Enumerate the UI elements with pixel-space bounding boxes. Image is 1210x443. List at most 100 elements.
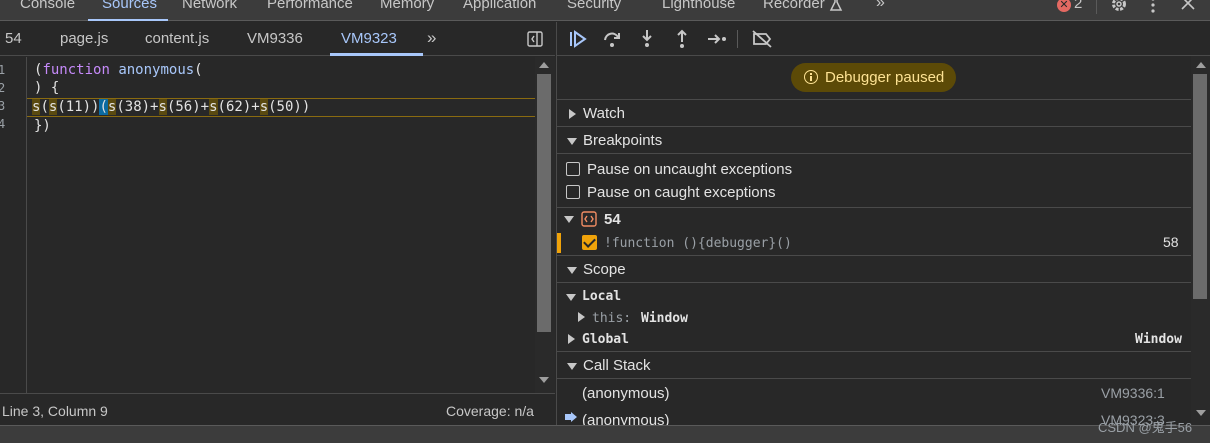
line-gutter[interactable]: 1 2 3 4 [0,57,27,393]
file-tab-page-js[interactable]: page.js [60,30,108,47]
editor-statusbar: Line 3, Column 9 Coverage: n/a [0,393,555,425]
scroll-up-icon[interactable] [1196,62,1206,68]
paused-text: Debugger paused [825,69,945,86]
tab-network[interactable]: Network [182,0,237,12]
pause-uncaught-checkbox[interactable] [566,162,580,176]
toggle-sidebar-icon[interactable] [527,31,543,47]
tab-sources[interactable]: Sources [102,0,157,12]
more-tabs-icon[interactable]: » [876,0,885,12]
more-options-icon[interactable] [1147,0,1159,14]
tab-recorder[interactable]: Recorder [763,0,825,12]
more-files-icon[interactable]: » [427,28,436,48]
debugger-sidebar: Debugger paused Watch Breakpoints Pause … [556,22,1210,425]
breakpoint-line-number: 58 [1163,234,1179,250]
close-icon[interactable] [1181,0,1195,10]
tab-application[interactable]: Application [463,0,536,12]
step-out-icon[interactable] [671,28,693,50]
line-number[interactable]: 3 [0,99,5,113]
frame-location: VM9336:1 [1101,385,1165,401]
watch-label: Watch [583,105,625,122]
deactivate-breakpoints-icon[interactable] [751,28,773,50]
breakpoint-file-name[interactable]: 54 [604,211,621,228]
gear-icon[interactable] [1110,0,1128,13]
callstack-frame[interactable]: (anonymous) VM9336:1 [557,379,1191,405]
debugger-toolbar [557,22,1210,56]
file-tab-54[interactable]: 54 [5,30,22,47]
watch-section-header[interactable]: Watch [557,99,1191,126]
expand-arrow-icon[interactable] [568,334,575,344]
coverage-status[interactable]: Coverage: n/a [446,403,534,419]
collapse-arrow-icon [567,363,577,370]
error-icon[interactable]: ✕ [1057,0,1071,12]
step-icon[interactable] [706,28,728,50]
scroll-down-icon[interactable] [539,377,549,383]
tab-performance[interactable]: Performance [267,0,353,12]
paused-breakpoint-marker [557,233,561,253]
watermark: CSDN @鬼手56 [1098,420,1193,435]
scroll-up-icon[interactable] [539,62,549,68]
callstack-label: Call Stack [583,357,651,374]
collapse-arrow-icon[interactable] [564,216,574,223]
tab-lighthouse[interactable]: Lighthouse [662,0,735,12]
expand-arrow-icon[interactable] [578,312,585,322]
drawer-bar[interactable] [0,425,1210,443]
tab-memory[interactable]: Memory [380,0,434,12]
error-count[interactable]: 2 [1074,0,1082,12]
scope-global-value: Window [1135,332,1182,347]
breakpoints-section-header[interactable]: Breakpoints [557,126,1191,153]
tab-security[interactable]: Security [567,0,621,12]
editor-scrollbar-thumb[interactable] [537,74,551,332]
scroll-down-icon[interactable] [1196,410,1206,416]
code-line-1: (function anonymous( [34,62,203,78]
code-line-4: }) [34,118,51,134]
breakpoint-code[interactable]: !function (){debugger}() [604,236,792,251]
active-tab-indicator [88,19,168,21]
callstack-frame-current[interactable]: (anonymous) VM9323:3 [557,406,1191,425]
active-file-tab-indicator [330,53,423,56]
code-line-2: ) { [34,80,60,96]
scope-section-header[interactable]: Scope [557,255,1191,282]
frame-name: (anonymous) [582,385,670,402]
breakpoints-label: Breakpoints [583,132,663,149]
scope-this-value: Window [641,311,688,326]
scope-label: Scope [583,261,626,278]
scope-global-label[interactable]: Global [582,332,629,347]
tab-console[interactable]: Console [20,0,75,12]
code-function-name: anonymous [118,62,195,78]
line-number[interactable]: 2 [0,81,5,95]
breakpoint-enabled-checkbox[interactable] [582,235,597,250]
divider [557,153,1191,154]
file-tab-content-js[interactable]: content.js [145,30,209,47]
divider [1096,0,1097,14]
devtools-top-tabbar: Console Sources Network Performance Memo… [0,0,1210,21]
resume-icon[interactable] [567,28,589,50]
scope-this-key[interactable]: this: [592,311,631,326]
line-number[interactable]: 1 [0,63,5,77]
flask-icon [829,0,843,11]
collapse-arrow-icon [567,138,577,145]
step-into-icon[interactable] [636,28,658,50]
frame-name: (anonymous) [582,412,670,425]
line-number[interactable]: 4 [0,117,5,131]
collapse-arrow-icon[interactable] [566,294,576,301]
pause-caught-label[interactable]: Pause on caught exceptions [587,184,775,201]
code-keyword: function [42,62,110,78]
scope-local-label[interactable]: Local [582,289,621,304]
info-icon [804,70,818,84]
file-tabbar: 54 page.js content.js VM9336 VM9323 » [0,22,555,56]
file-tab-vm9336[interactable]: VM9336 [247,30,303,47]
pause-uncaught-label[interactable]: Pause on uncaught exceptions [587,161,792,178]
step-over-icon[interactable] [601,28,623,50]
callstack-section-header[interactable]: Call Stack [557,351,1191,378]
pause-caught-checkbox[interactable] [566,185,580,199]
divider [737,30,738,48]
sidebar-scrollbar-thumb[interactable] [1193,74,1207,299]
collapse-arrow-icon [567,267,577,274]
file-tab-vm9323[interactable]: VM9323 [341,30,397,47]
current-frame-arrow-icon [565,412,577,422]
divider [557,207,1191,208]
debugger-paused-banner: Debugger paused [791,63,956,92]
expand-arrow-icon [569,109,576,119]
code-editor[interactable]: 1 2 3 4 (function anonymous( ) { s(s(11)… [0,57,555,393]
divider [557,282,1191,283]
